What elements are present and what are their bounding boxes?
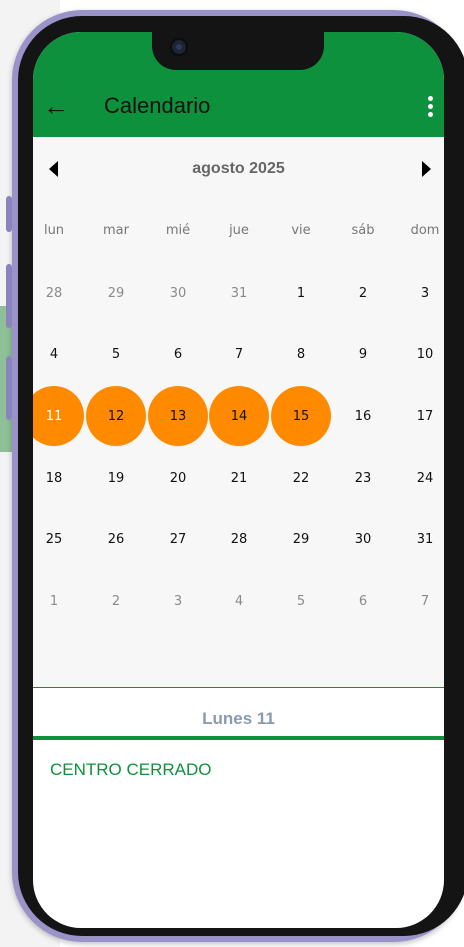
day-cell[interactable]: 1 bbox=[271, 263, 331, 323]
day-cell[interactable]: 17 bbox=[395, 386, 444, 446]
day-cell-selected[interactable]: 15 bbox=[271, 386, 331, 446]
day-cell[interactable]: 16 bbox=[333, 386, 393, 446]
day-cell[interactable]: 6 bbox=[148, 324, 208, 384]
day-cell-selected[interactable]: 14 bbox=[209, 386, 269, 446]
day-cell[interactable]: 6 bbox=[333, 571, 393, 631]
day-cell[interactable]: 29 bbox=[86, 263, 146, 323]
more-vert-icon[interactable] bbox=[428, 96, 434, 117]
day-cell[interactable]: 20 bbox=[148, 448, 208, 508]
arrow-left-icon[interactable]: ← bbox=[43, 93, 69, 119]
day-cell[interactable]: 28 bbox=[209, 509, 269, 569]
phone-screen: ← Calendario agosto 2025 lun mar mié jue vie… bbox=[33, 32, 444, 928]
day-cell[interactable]: 2 bbox=[86, 571, 146, 631]
day-cell[interactable]: 25 bbox=[33, 509, 84, 569]
day-cell[interactable]: 23 bbox=[333, 448, 393, 508]
day-cell[interactable]: 22 bbox=[271, 448, 331, 508]
day-cell[interactable]: 8 bbox=[271, 324, 331, 384]
day-cell[interactable]: 21 bbox=[209, 448, 269, 508]
day-cell[interactable]: 2 bbox=[333, 263, 393, 323]
day-cell[interactable]: 28 bbox=[33, 263, 84, 323]
day-cell[interactable]: 7 bbox=[209, 324, 269, 384]
day-cell[interactable]: 9 bbox=[333, 324, 393, 384]
side-button-mute bbox=[6, 196, 12, 232]
day-grid: 28 29 30 31 1 2 3 4 5 6 7 8 9 10 11 12 13 14 15 16 17 18 19 20 2… bbox=[33, 137, 444, 688]
page-title: Calendario bbox=[104, 93, 211, 118]
day-cell[interactable]: 26 bbox=[86, 509, 146, 569]
side-button-volume-up bbox=[6, 264, 12, 328]
day-cell[interactable]: 4 bbox=[209, 571, 269, 631]
day-cell[interactable]: 29 bbox=[271, 509, 331, 569]
day-cell[interactable]: 31 bbox=[209, 263, 269, 323]
day-cell[interactable]: 18 bbox=[33, 448, 84, 508]
day-cell[interactable]: 30 bbox=[148, 263, 208, 323]
day-cell[interactable]: 4 bbox=[33, 324, 84, 384]
day-cell[interactable]: 24 bbox=[395, 448, 444, 508]
day-cell[interactable]: 3 bbox=[148, 571, 208, 631]
day-cell[interactable]: 31 bbox=[395, 509, 444, 569]
front-camera-icon bbox=[170, 38, 188, 56]
day-cell-selected[interactable]: 13 bbox=[148, 386, 208, 446]
divider bbox=[33, 687, 444, 688]
day-cell[interactable]: 10 bbox=[395, 324, 444, 384]
divider-accent bbox=[33, 736, 444, 740]
day-cell[interactable]: 1 bbox=[33, 571, 84, 631]
day-cell[interactable]: 7 bbox=[395, 571, 444, 631]
day-cell[interactable]: 5 bbox=[86, 324, 146, 384]
selected-day-label: Lunes 11 bbox=[202, 709, 275, 728]
day-cell[interactable]: 30 bbox=[333, 509, 393, 569]
side-button-volume-down bbox=[6, 356, 12, 420]
day-cell[interactable]: 19 bbox=[86, 448, 146, 508]
day-cell-selected[interactable]: 12 bbox=[86, 386, 146, 446]
calendar: agosto 2025 lun mar mié jue vie sáb dom 28 29 30… bbox=[33, 137, 444, 688]
day-cell[interactable]: 3 bbox=[395, 263, 444, 323]
day-cell[interactable]: 5 bbox=[271, 571, 331, 631]
event-text: CENTRO CERRADO bbox=[50, 760, 212, 779]
day-cell-selected[interactable]: 11 bbox=[33, 386, 84, 446]
day-cell[interactable]: 27 bbox=[148, 509, 208, 569]
